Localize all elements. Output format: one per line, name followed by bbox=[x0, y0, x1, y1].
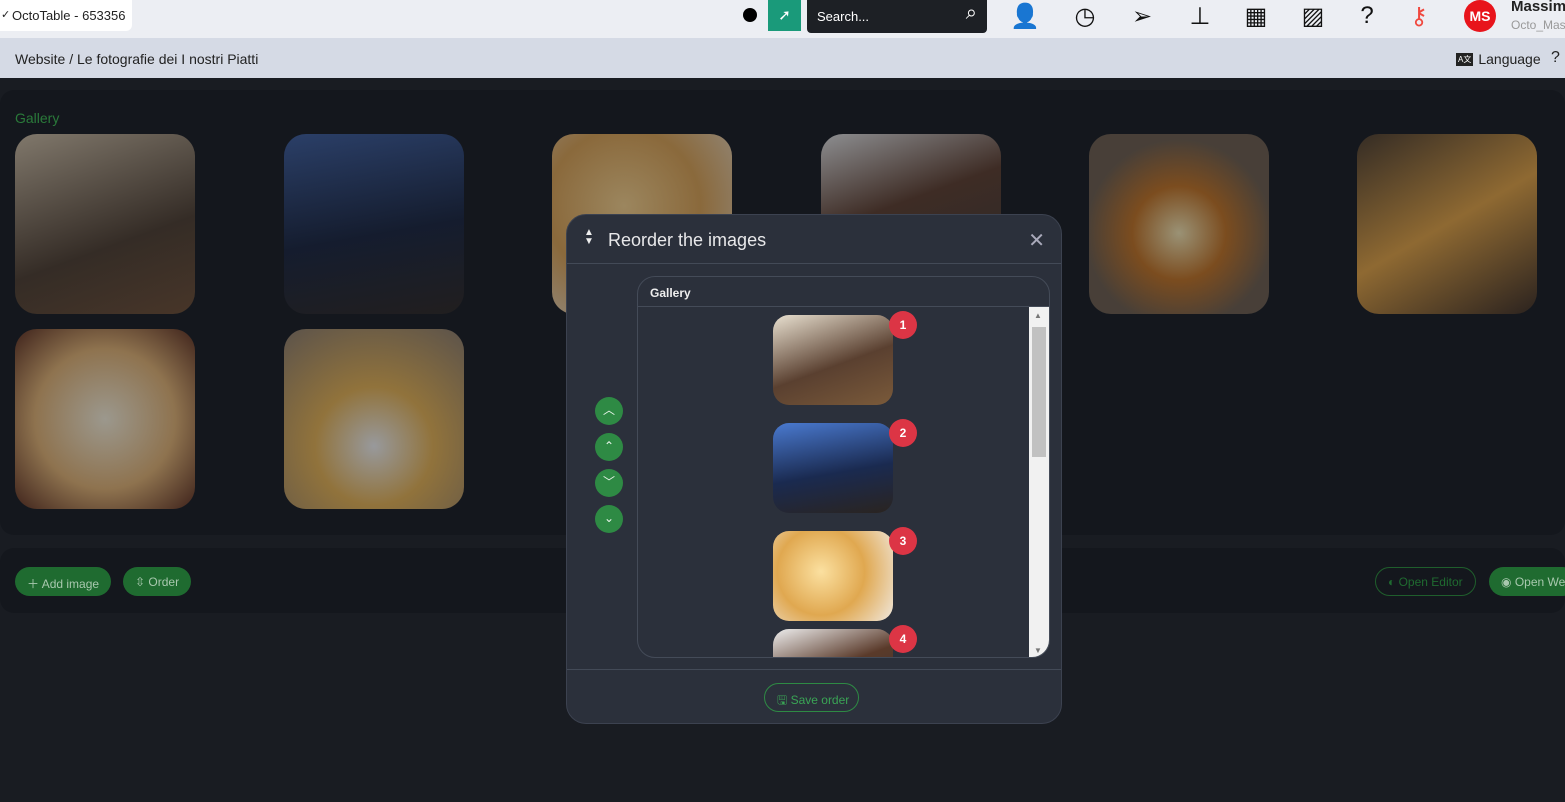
move-top-button[interactable]: ⌃ bbox=[595, 433, 623, 461]
modal-footer-divider bbox=[567, 669, 1061, 670]
user-subtitle: Octo_Mas bbox=[1511, 18, 1565, 32]
gallery-title: Gallery bbox=[15, 110, 60, 126]
reorder-modal: ▲ ▼ Reorder the images ✕ ︿ ⌃ ﹀ ⌄ Gallery … bbox=[566, 214, 1062, 724]
gallery-image[interactable] bbox=[284, 134, 464, 314]
search-input[interactable]: Search... ⌕ bbox=[807, 0, 987, 33]
language-button[interactable]: A文 Language bbox=[1456, 51, 1541, 67]
close-icon[interactable]: ✕ bbox=[1028, 228, 1045, 253]
move-bottom-button[interactable]: ⌄ bbox=[595, 505, 623, 533]
language-icon: A文 bbox=[1456, 53, 1474, 66]
order-button[interactable]: ⇳ Order bbox=[123, 567, 192, 596]
panel-title: Gallery bbox=[638, 277, 1049, 307]
modal-header: ▲ ▼ Reorder the images ✕ bbox=[567, 215, 1061, 264]
gallery-image[interactable] bbox=[15, 134, 195, 314]
scroll-down-icon[interactable]: ▼ bbox=[1034, 646, 1042, 655]
scrollbar[interactable]: ▲ ▼ bbox=[1029, 307, 1049, 657]
gallery-image[interactable] bbox=[284, 329, 464, 509]
add-image-button[interactable]: ＋ Add image bbox=[15, 567, 112, 596]
move-up-button[interactable]: ︿ bbox=[595, 397, 623, 425]
gallery-image[interactable] bbox=[1357, 134, 1537, 314]
images-icon[interactable]: ▨ bbox=[1298, 2, 1328, 31]
gallery-order-panel: Gallery 1 2 3 4 ▲ ▼ bbox=[637, 276, 1050, 658]
send-icon[interactable]: ➢ bbox=[1127, 2, 1157, 31]
open-website-button[interactable]: ◉ Open We bbox=[1489, 567, 1565, 596]
gallery-image[interactable] bbox=[1089, 134, 1269, 314]
gallery-image[interactable] bbox=[15, 329, 195, 509]
save-icon: 🖫 bbox=[777, 693, 788, 707]
check-icon: ✓ bbox=[1, 9, 11, 21]
calendar-icon[interactable]: ▦ bbox=[1241, 2, 1271, 31]
search-icon[interactable]: ⌕ bbox=[966, 2, 977, 25]
modal-title: Reorder the images bbox=[608, 230, 767, 250]
workspace-selector[interactable]: ✓ OctoTable - 653356 bbox=[0, 0, 132, 31]
help-button[interactable]: ? bbox=[1551, 49, 1560, 67]
order-badge: 3 bbox=[889, 527, 917, 555]
avatar[interactable]: MS bbox=[1464, 0, 1496, 32]
sitemap-icon[interactable]: ⊥ bbox=[1185, 2, 1215, 31]
rocket-icon[interactable]: ➚ bbox=[768, 0, 801, 31]
help-icon[interactable]: ? bbox=[1352, 2, 1382, 30]
scrollbar-thumb[interactable] bbox=[1032, 327, 1046, 457]
order-badge: 2 bbox=[889, 419, 917, 447]
save-order-button[interactable]: 🖫 Save order bbox=[764, 683, 859, 712]
sort-icon: ▲ ▼ bbox=[584, 227, 594, 247]
list-item[interactable] bbox=[773, 531, 893, 621]
list-item[interactable] bbox=[773, 629, 893, 657]
scroll-up-icon[interactable]: ▲ bbox=[1034, 311, 1042, 320]
top-bar: ✓ OctoTable - 653356 ➚ Search... ⌕ 👤 ◷ ➢ ⊥… bbox=[0, 0, 1565, 38]
list-item[interactable] bbox=[773, 315, 893, 405]
open-editor-button[interactable]: ◐ Open Editor bbox=[1375, 567, 1476, 596]
breadcrumb: Website / Le fotografie dei I nostri Pia… bbox=[15, 51, 259, 67]
order-badge: 1 bbox=[889, 311, 917, 339]
list-item[interactable] bbox=[773, 423, 893, 513]
image-order-list: 1 2 3 4 bbox=[638, 307, 1028, 657]
user-name: Massim bbox=[1511, 0, 1565, 15]
key-icon[interactable]: ⚷ bbox=[1404, 2, 1434, 31]
add-user-icon[interactable]: 👤 bbox=[1010, 2, 1040, 31]
breadcrumb-bar: Website / Le fotografie dei I nostri Pia… bbox=[0, 38, 1565, 78]
clock-icon[interactable]: ◷ bbox=[1070, 2, 1100, 31]
move-down-button[interactable]: ﹀ bbox=[595, 469, 623, 497]
order-badge: 4 bbox=[889, 625, 917, 653]
status-dot-icon bbox=[743, 8, 757, 22]
